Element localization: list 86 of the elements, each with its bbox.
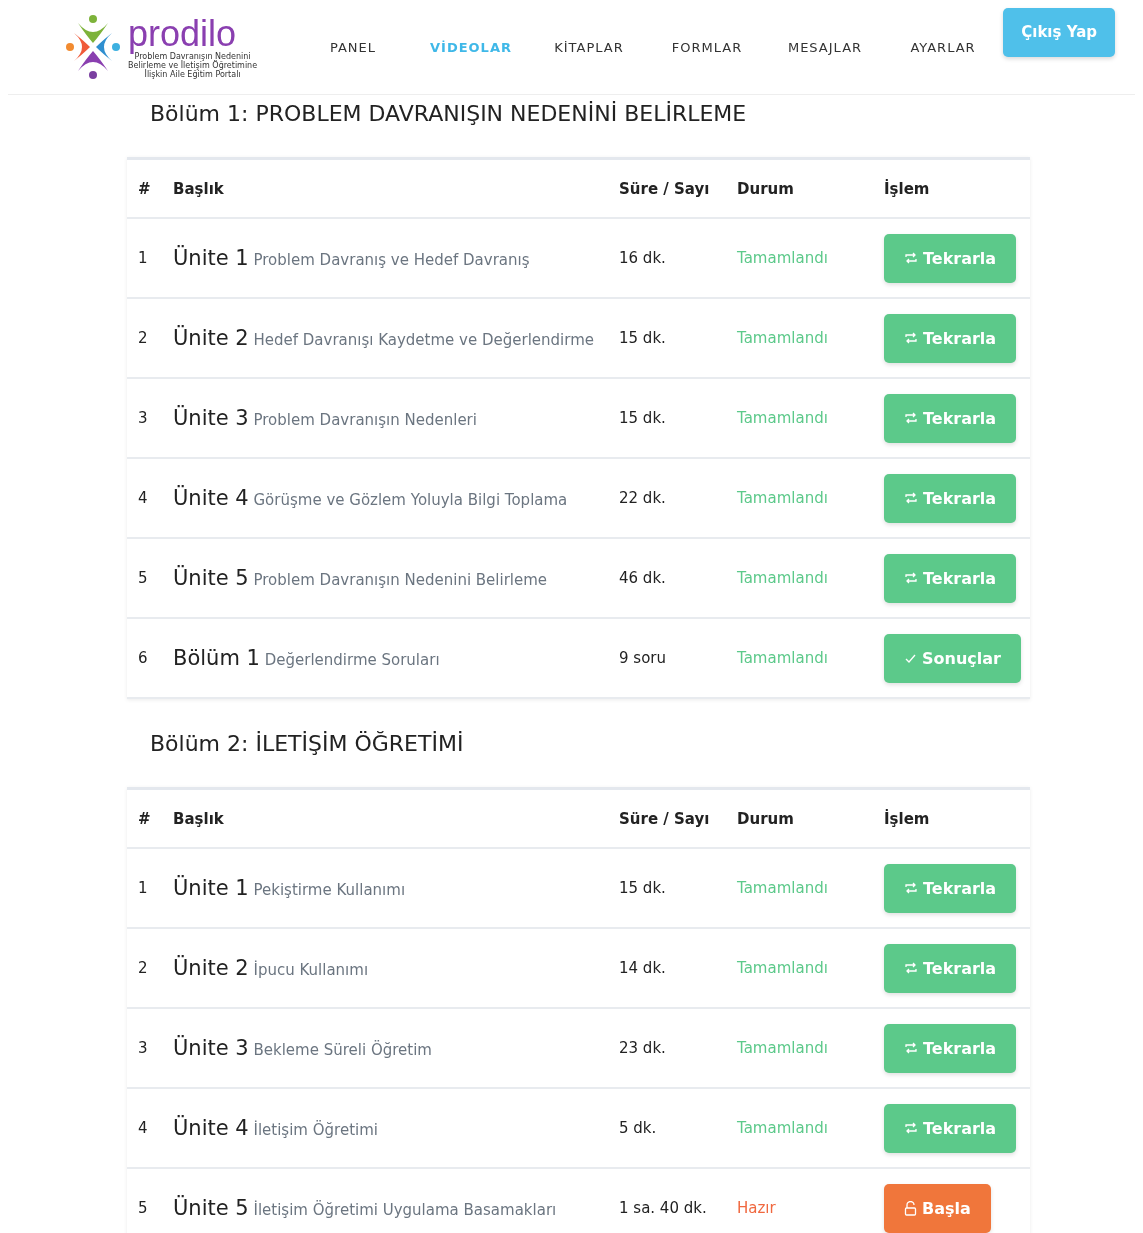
row-number: 5	[137, 569, 149, 587]
status-text: Tamamlandı	[737, 409, 829, 427]
row-number: 5	[137, 1199, 149, 1217]
status-text: Tamamlandı	[737, 1119, 829, 1137]
repeat-icon	[904, 411, 918, 425]
row-number: 3	[137, 409, 149, 427]
unit-title: Ünite 1 Problem Davranış ve Hedef Davranış	[173, 246, 531, 270]
repeat-icon	[904, 961, 918, 975]
unlock-icon	[904, 1200, 917, 1216]
unit-title: Ünite 4 İletişim Öğretimi	[173, 1116, 379, 1140]
status-text: Tamamlandı	[737, 1039, 829, 1057]
section-title: Bölüm 2: İLETİŞİM ÖĞRETİMİ	[149, 730, 465, 758]
status-text: Tamamlandı	[737, 249, 829, 267]
repeat-icon	[904, 1041, 918, 1055]
nav-link[interactable]: AYARLAR	[884, 35, 1002, 59]
duration: 15 dk.	[619, 409, 667, 427]
duration: 46 dk.	[619, 569, 667, 587]
action-button[interactable]: Tekrarla	[884, 553, 1017, 603]
row-number: 4	[137, 489, 149, 507]
logo-icon	[64, 13, 122, 81]
unit-title: Ünite 4 Görüşme ve Gözlem Yoluyla Bilgi Toplama	[173, 486, 569, 510]
column-header: İşlem	[884, 809, 931, 828]
duration: 5 dk.	[619, 1119, 658, 1137]
repeat-icon	[904, 1121, 918, 1135]
status-text: Tamamlandı	[737, 649, 829, 667]
unit-title: Ünite 3 Problem Davranışın Nedenleri	[173, 406, 478, 430]
status-text: Tamamlandı	[737, 879, 829, 897]
repeat-icon	[904, 571, 918, 585]
nav-link[interactable]: PANEL	[294, 35, 412, 59]
column-header: #	[137, 179, 152, 198]
repeat-icon	[904, 331, 918, 345]
repeat-icon	[904, 251, 918, 265]
duration: 9 soru	[619, 649, 667, 667]
column-header: Durum	[737, 179, 795, 198]
logout-button[interactable]: Çıkış Yap	[1003, 7, 1115, 57]
column-header: Başlık	[173, 179, 225, 198]
status-text: Tamamlandı	[737, 569, 829, 587]
unit-title: Ünite 2 İpucu Kullanımı	[173, 956, 370, 980]
nav-link[interactable]: MESAJLAR	[766, 35, 884, 59]
column-header: İşlem	[884, 179, 931, 198]
status-text: Tamamlandı	[737, 329, 829, 347]
action-button[interactable]: Tekrarla	[884, 233, 1017, 283]
repeat-icon	[904, 491, 918, 505]
action-button[interactable]: Tekrarla	[884, 1023, 1017, 1073]
action-button[interactable]: Başla	[884, 1183, 991, 1233]
duration: 15 dk.	[619, 879, 667, 897]
column-header: #	[137, 809, 152, 828]
duration: 23 dk.	[619, 1039, 667, 1057]
repeat-icon	[904, 881, 918, 895]
duration: 15 dk.	[619, 329, 667, 347]
status-text: Hazır	[737, 1199, 777, 1217]
row-number: 3	[137, 1039, 149, 1057]
row-number: 1	[137, 249, 149, 267]
unit-title: Ünite 5 Problem Davranışın Nedenini Belirleme	[173, 566, 549, 590]
row-number: 2	[137, 959, 149, 977]
nav-link[interactable]: FORMLAR	[648, 35, 766, 59]
nav-link[interactable]: KİTAPLAR	[530, 35, 648, 59]
action-button[interactable]: Sonuçlar	[884, 633, 1021, 683]
unit-title: Ünite 3 Bekleme Süreli Öğretim	[173, 1036, 433, 1060]
status-text: Tamamlandı	[737, 959, 829, 977]
duration: 1 sa. 40 dk.	[619, 1199, 708, 1217]
section-title: Bölüm 1: PROBLEM DAVRANIŞIN NEDENİNİ BELİRLEME	[149, 100, 748, 128]
action-button[interactable]: Tekrarla	[884, 393, 1017, 443]
action-button[interactable]: Tekrarla	[884, 473, 1017, 523]
action-button[interactable]: Tekrarla	[884, 943, 1017, 993]
action-button[interactable]: Tekrarla	[884, 1103, 1017, 1153]
action-button[interactable]: Tekrarla	[884, 863, 1017, 913]
column-header: Durum	[737, 809, 795, 828]
duration: 14 dk.	[619, 959, 667, 977]
column-header: Süre / Sayı	[619, 179, 711, 198]
duration: 16 dk.	[619, 249, 667, 267]
row-number: 2	[137, 329, 149, 347]
row-number: 6	[137, 649, 149, 667]
nav-link[interactable]: VİDEOLAR	[412, 35, 530, 59]
row-number: 4	[137, 1119, 149, 1137]
row-number: 1	[137, 879, 149, 897]
column-header: Başlık	[173, 809, 225, 828]
unit-title: Ünite 1 Pekiştirme Kullanımı	[173, 876, 407, 900]
unit-title: Ünite 2 Hedef Davranışı Kaydetme ve Değerlendirme	[173, 326, 595, 350]
column-header: Süre / Sayı	[619, 809, 711, 828]
action-button[interactable]: Tekrarla	[884, 313, 1017, 363]
duration: 22 dk.	[619, 489, 667, 507]
unit-title: Ünite 5 İletişim Öğretimi Uygulama Basamakları	[173, 1196, 558, 1220]
brand-name: prodilo	[128, 15, 237, 52]
unit-title: Bölüm 1 Değerlendirme Soruları	[173, 646, 441, 670]
status-text: Tamamlandı	[737, 489, 829, 507]
